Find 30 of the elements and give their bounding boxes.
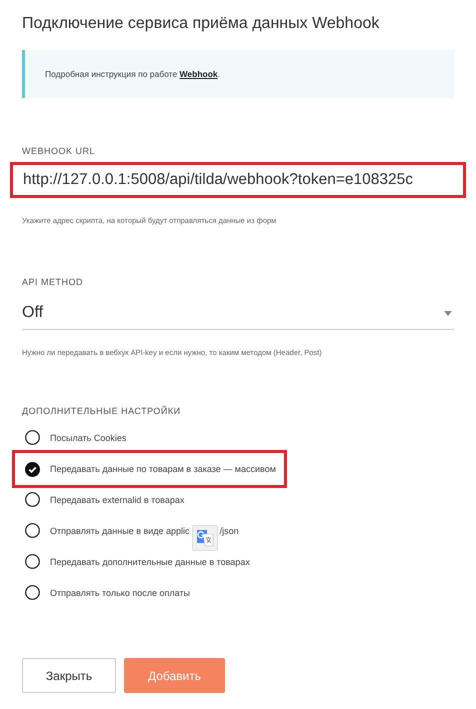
url-input-field[interactable]: http://127.0.0.1:5008/api/tilda/webhook?token=e108325c	[10, 162, 466, 198]
info-text: Подробная инструкция по работе Webhook.	[45, 69, 220, 79]
option-label: Передавать данные по товарам в заказе — массивом	[50, 464, 276, 474]
field-label: WEBHOOK URL	[22, 146, 96, 156]
option-label: /json	[220, 526, 239, 536]
highlighted-option[interactable]: Передавать данные по товарам в заказе — массивом	[12, 450, 287, 488]
webhook-link[interactable]: Webhook	[180, 69, 218, 79]
option-row[interactable]: Передавать дополнительные данные в товарах	[12, 546, 261, 577]
option-label: Отправлять только после оплаты	[50, 588, 190, 598]
field-label: API METHOD	[22, 277, 84, 287]
dropdown-value: Off	[22, 304, 44, 322]
section-label: ДОПОЛНИТЕЛЬНЫЕ НАСТРОЙКИ	[22, 406, 182, 416]
caret-icon	[444, 310, 452, 316]
radio-icon[interactable]	[25, 430, 40, 445]
option-row[interactable]: Отправлять данные в виде applic /json	[12, 515, 250, 546]
radio-icon[interactable]	[25, 492, 40, 507]
translate-icon[interactable]	[192, 524, 218, 550]
method-dropdown[interactable]: Off	[22, 297, 454, 330]
option-label: Посылать Cookies	[50, 432, 126, 442]
radio-icon[interactable]	[25, 554, 40, 569]
option-row[interactable]: Посылать Cookies	[12, 422, 138, 453]
option-row[interactable]: Отправлять только после оплаты	[12, 577, 201, 608]
radio-icon[interactable]	[25, 585, 40, 600]
option-label: Передавать дополнительные данные в товарах	[50, 556, 250, 566]
dialog-title: Подключение сервиса приёма данных Webhook	[22, 14, 380, 34]
radio-icon[interactable]	[25, 523, 40, 538]
radio-checked-icon[interactable]	[25, 462, 40, 476]
option-label: Отправлять данные в виде applic	[50, 526, 190, 536]
option-label: Передавать externalid в товарах	[50, 494, 184, 504]
close-button[interactable]: Закрыть	[22, 658, 116, 693]
